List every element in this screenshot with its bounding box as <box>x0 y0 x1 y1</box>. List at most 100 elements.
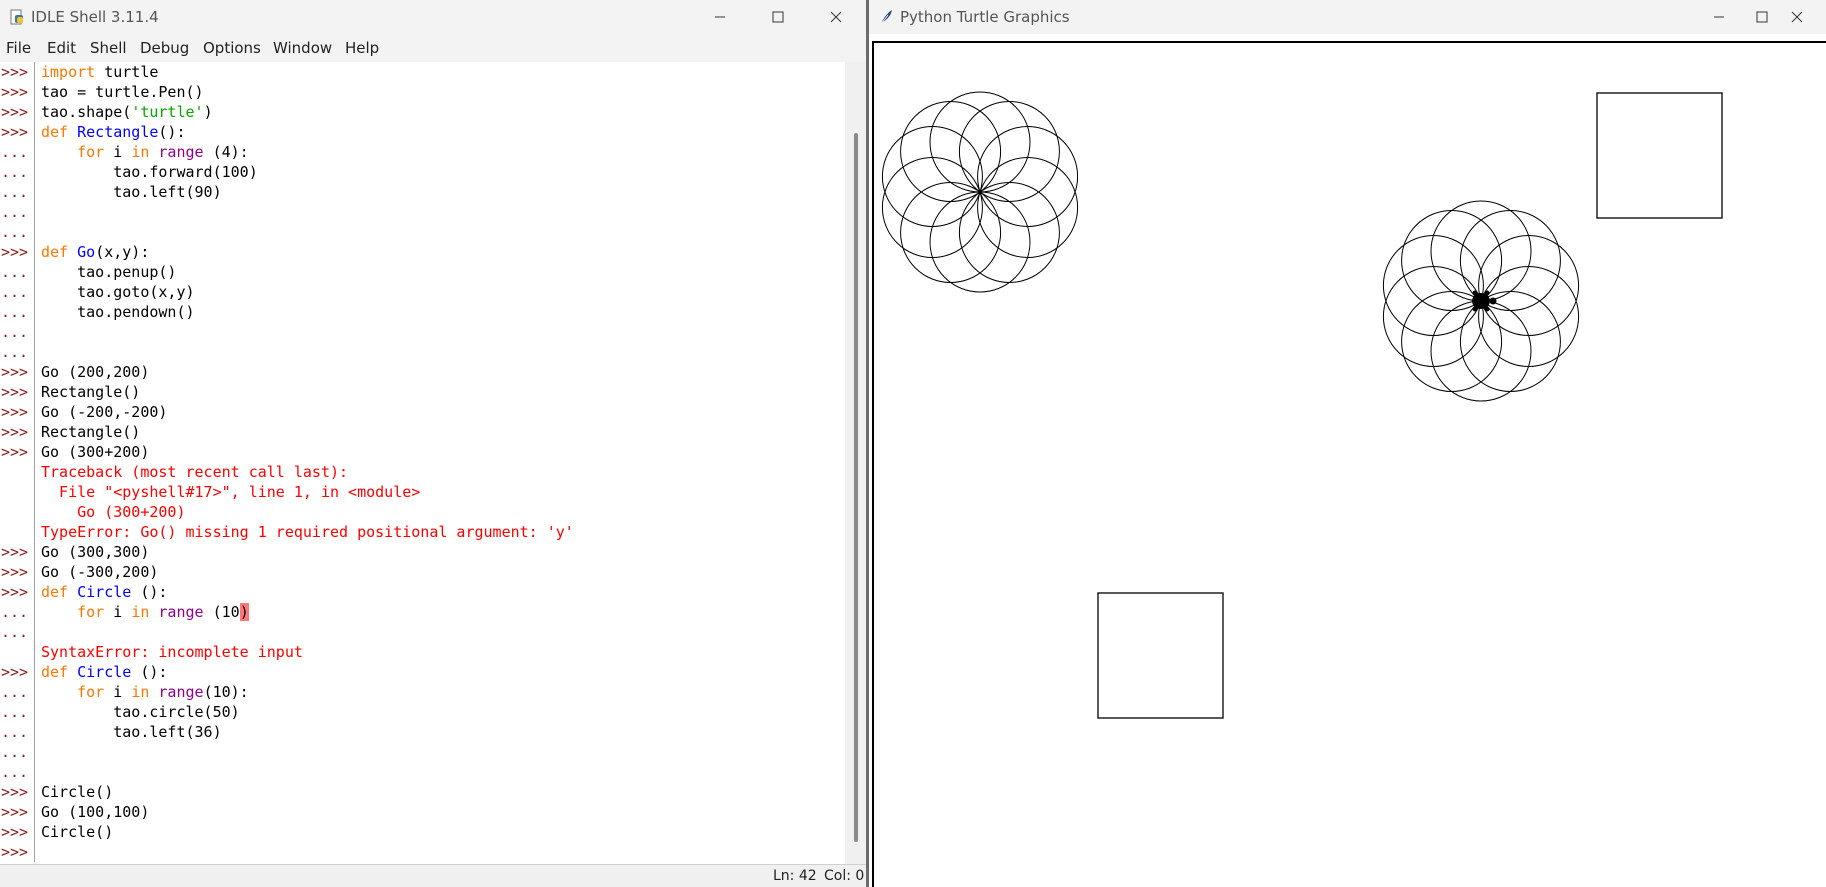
shell-text-area[interactable]: import turtle tao = turtle.Pen() tao.shape… <box>35 62 845 862</box>
minimize-icon <box>1714 16 1724 18</box>
close-button[interactable] <box>1768 0 1826 34</box>
status-bar: Ln: 42 Col: 0 <box>0 864 866 887</box>
code-token: def <box>41 663 69 681</box>
turtle-leg <box>1484 306 1490 312</box>
shell-line: tao.pendown() <box>41 302 194 322</box>
menu-window[interactable]: Window <box>273 39 332 57</box>
turtle-leg <box>1472 306 1478 312</box>
turtle-leg <box>1472 290 1478 296</box>
shell-line: def Circle (): <box>41 582 167 602</box>
code-token: Circle() <box>41 783 114 801</box>
prompt-marker: ... <box>1 603 29 621</box>
code-token: Go (200,200) <box>41 363 150 381</box>
code-token: Go (300+200) <box>41 503 186 521</box>
prompt-marker: ... <box>1 203 29 221</box>
shell-line: Go (300,300) <box>41 542 149 562</box>
code-token: Rectangle() <box>41 383 141 401</box>
maximize-icon <box>772 11 784 23</box>
prompt-marker: ... <box>1 703 29 721</box>
turtle-graphics-window: Python Turtle Graphics <box>869 0 1826 887</box>
code-token: Go (300,300) <box>41 543 150 561</box>
shell-line: Go (300+200) <box>41 442 149 462</box>
prompt-marker: >>> <box>1 583 29 601</box>
shell-line: tao.penup() <box>41 262 176 282</box>
shell-line: File "<pyshell#17>", line 1, in <module> <box>41 482 420 502</box>
code-token: 'turtle' <box>131 103 204 121</box>
square-top-right <box>1596 92 1723 219</box>
shell-line: SyntaxError: incomplete input <box>41 642 303 662</box>
shell-line: Traceback (most recent call last): <box>41 462 348 482</box>
code-token: i <box>104 683 132 701</box>
shell-line: def Rectangle(): <box>41 122 186 142</box>
code-token: tao.left(90) <box>41 183 222 201</box>
prompt-marker: >>> <box>1 363 29 381</box>
menu-help[interactable]: Help <box>345 39 379 57</box>
code-token: Rectangle <box>77 123 159 141</box>
maximize-icon <box>1756 11 1768 23</box>
column-number-status: Col: 0 <box>824 868 865 884</box>
shell-line: Go (200,200) <box>41 362 149 382</box>
prompt-marker: ... <box>1 283 29 301</box>
turtle-canvas[interactable] <box>872 41 1826 887</box>
code-token: def <box>41 123 69 141</box>
menu-debug[interactable]: Debug <box>140 39 189 57</box>
close-button[interactable] <box>807 0 865 34</box>
code-token: range <box>158 603 204 621</box>
close-icon <box>1791 11 1803 23</box>
code-token: (): <box>131 663 168 681</box>
menu-file[interactable]: File <box>6 39 31 57</box>
rosette-circle <box>977 126 1079 227</box>
shell-line: def Go(x,y): <box>41 242 149 262</box>
idle-titlebar[interactable]: IDLE Shell 3.11.4 <box>0 0 866 34</box>
menu-options[interactable]: Options <box>203 39 261 57</box>
prompt-marker: ... <box>1 223 29 241</box>
turtle-leg <box>1484 290 1490 296</box>
rosette-circle <box>958 101 1060 202</box>
code-token: i <box>104 143 132 161</box>
code-token: Go (-300,200) <box>41 563 159 581</box>
turtle-drawing <box>881 91 1723 719</box>
prompt-marker: >>> <box>1 383 29 401</box>
shell-line: for i in range (4): <box>41 142 249 162</box>
window-title: Python Turtle Graphics <box>900 8 1070 26</box>
shell-line: Go (100,100) <box>41 802 149 822</box>
prompt-marker: >>> <box>1 403 29 421</box>
prompt-marker: ... <box>1 343 29 361</box>
code-token: def <box>41 583 69 601</box>
code-token: import <box>41 63 96 81</box>
maximize-button[interactable] <box>749 0 807 34</box>
code-token: tao.penup() <box>41 263 177 281</box>
shell-line: Go (300+200) <box>41 502 186 522</box>
menu-edit[interactable]: Edit <box>47 39 76 57</box>
prompt-marker: >>> <box>1 663 29 681</box>
prompt-marker: >>> <box>1 803 29 821</box>
scrollbar-thumb[interactable] <box>854 133 858 842</box>
code-token: tao.circle(50) <box>41 703 240 721</box>
rosette-circle <box>1430 200 1532 302</box>
prompt-marker: ... <box>1 303 29 321</box>
code-token: (4): <box>203 143 249 161</box>
prompt-marker: >>> <box>1 423 29 441</box>
prompt-marker: ... <box>1 683 29 701</box>
minimize-icon <box>715 16 725 18</box>
shell-line: tao.circle(50) <box>41 702 240 722</box>
code-token: turtle <box>95 63 159 81</box>
prompt-marker: ... <box>1 163 29 181</box>
minimize-button[interactable] <box>691 0 749 34</box>
code-token: TypeError: Go() missing 1 required posit… <box>41 523 574 541</box>
prompt-marker: >>> <box>1 83 29 101</box>
code-token: Go (-200,-200) <box>41 403 168 421</box>
menu-shell[interactable]: Shell <box>90 39 127 57</box>
code-token: Go (300+200) <box>41 443 150 461</box>
code-token: File "<pyshell#17>", line 1, in <module> <box>41 483 421 501</box>
shell-line: tao.goto(x,y) <box>41 282 194 302</box>
code-token: i <box>104 603 132 621</box>
menu-bar: File Edit Shell Debug Options Window Hel… <box>0 34 866 62</box>
code-token: (): <box>131 583 168 601</box>
turtle-titlebar[interactable]: Python Turtle Graphics <box>869 0 1826 34</box>
